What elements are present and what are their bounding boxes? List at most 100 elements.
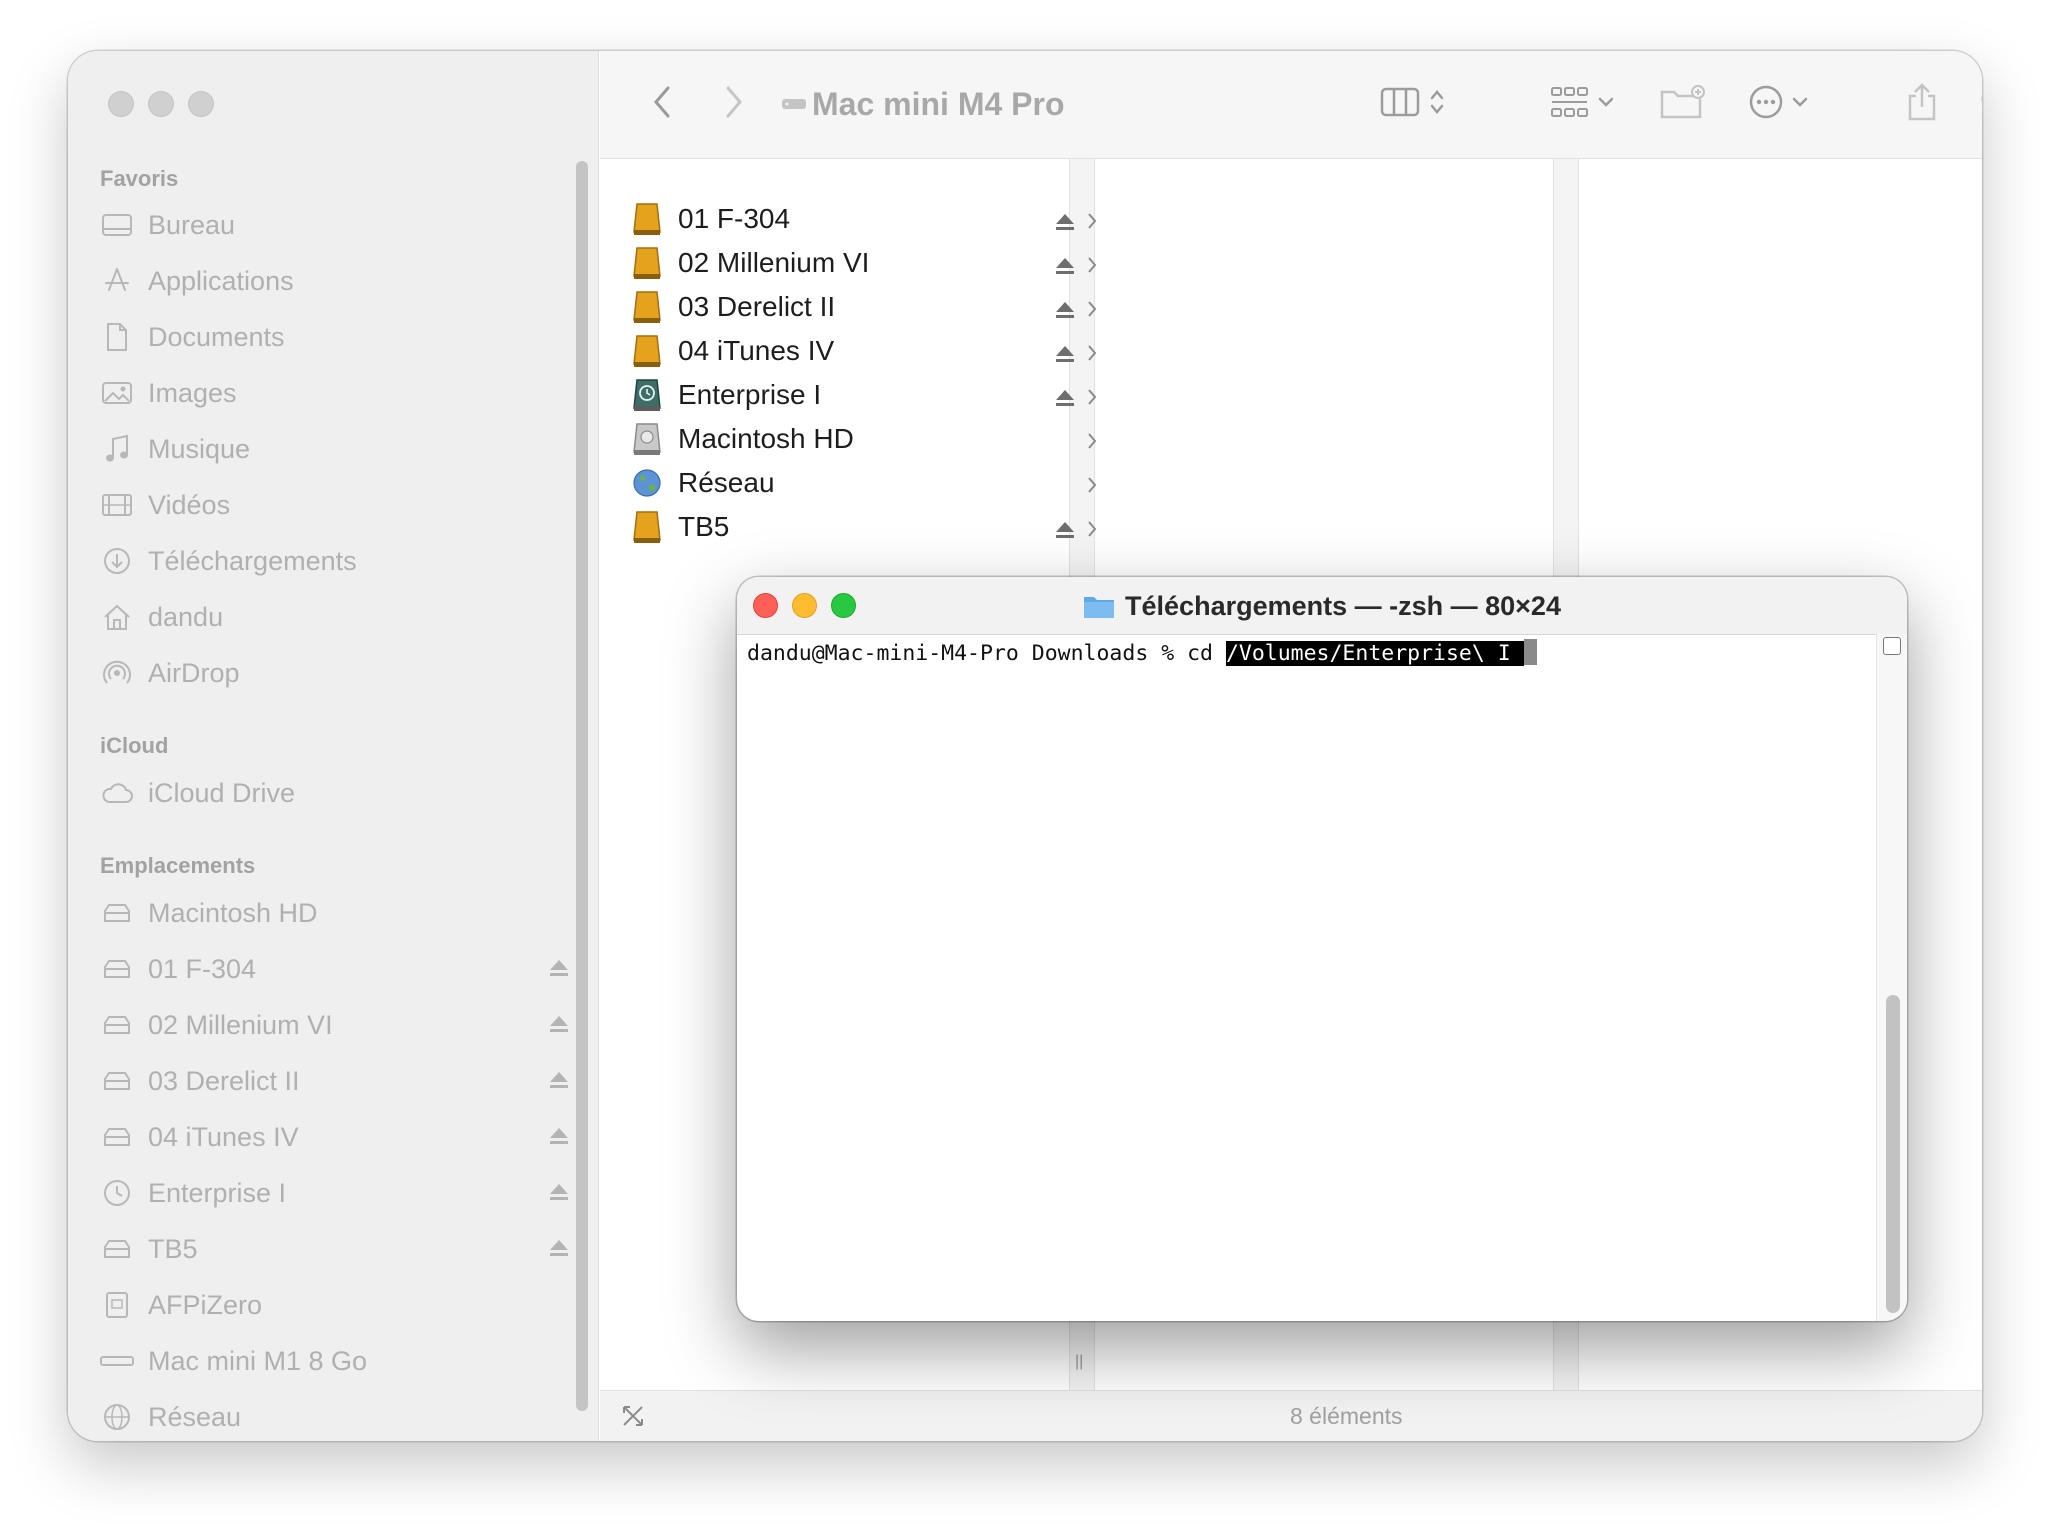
drive-icon — [100, 896, 134, 930]
sidebar-item-01-f-304[interactable]: 01 F-304 — [100, 945, 570, 993]
columns-view-icon — [1380, 86, 1420, 123]
finder-sidebar: Favoris Bureau Applications Documents Im… — [68, 51, 599, 1441]
sidebar-item-03-derelict-ii[interactable]: 03 Derelict II — [100, 1057, 570, 1105]
sidebar-item-applications[interactable]: Applications — [100, 257, 570, 305]
list-item[interactable]: Macintosh HD — [632, 417, 1097, 461]
folder-badge-icon — [1660, 84, 1706, 125]
external-drive-icon — [632, 290, 664, 324]
sidebar-item-enterprise-i[interactable]: Enterprise I — [100, 1169, 570, 1217]
folder-icon — [1083, 593, 1115, 626]
sidebar-item-musique[interactable]: Musique — [100, 425, 570, 473]
split-pane-icon[interactable] — [1883, 637, 1901, 655]
terminal-title: Téléchargements — -zsh — 80×24 — [737, 591, 1907, 626]
list-item[interactable]: TB5 — [632, 505, 1097, 549]
sidebar-item-02-millenium-vi[interactable]: 02 Millenium VI — [100, 1001, 570, 1049]
back-button[interactable] — [642, 79, 682, 129]
status-bar: 8 éléments — [600, 1390, 1982, 1441]
external-drive-icon — [632, 202, 664, 236]
sidebar-item-label: Réseau — [148, 1401, 242, 1432]
finder-toolbar: Mac mini M4 Pro — [600, 51, 1982, 159]
sidebar-item-label: Bureau — [148, 209, 236, 240]
list-item[interactable]: 03 Derelict II — [632, 285, 1097, 329]
chevron-right-icon — [1086, 250, 1098, 282]
column-resize-handle[interactable]: || — [1075, 1353, 1083, 1371]
sidebar-item-reseau[interactable]: Réseau — [100, 1393, 570, 1441]
airdrop-icon — [100, 656, 134, 690]
sidebar-item-images[interactable]: Images — [100, 369, 570, 417]
sidebar-item-label: Enterprise I — [148, 1177, 287, 1208]
sidebar-item-label: TB5 — [148, 1233, 198, 1264]
eject-icon[interactable] — [548, 1010, 570, 1041]
eject-icon[interactable] — [548, 1178, 570, 1209]
list-item[interactable]: Enterprise I — [632, 373, 1097, 417]
new-folder-button[interactable] — [1658, 79, 1708, 129]
sidebar-item-dandu[interactable]: dandu — [100, 593, 570, 641]
terminal-scrollbar-thumb[interactable] — [1886, 995, 1900, 1313]
eject-icon[interactable] — [1054, 339, 1076, 371]
chevron-right-icon — [1086, 206, 1098, 238]
eject-icon[interactable] — [548, 1122, 570, 1153]
sidebar-item-telechargements[interactable]: Téléchargements — [100, 537, 570, 585]
share-button[interactable] — [1902, 79, 1942, 129]
action-menu-button[interactable] — [1740, 79, 1816, 129]
sidebar-item-videos[interactable]: Vidéos — [100, 481, 570, 529]
document-icon — [100, 320, 134, 354]
terminal-window: Téléchargements — -zsh — 80×24 dandu@Mac… — [737, 577, 1907, 1321]
eject-icon[interactable] — [1054, 515, 1076, 547]
sidebar-item-documents[interactable]: Documents — [100, 313, 570, 361]
sidebar-item-label: Applications — [148, 265, 294, 296]
selected-path[interactable]: /Volumes/Enterprise\ I — [1225, 641, 1524, 666]
terminal-output[interactable]: dandu@Mac-mini-M4-Pro Downloads % cd /Vo… — [747, 639, 1875, 1321]
forward-button[interactable] — [714, 79, 754, 129]
resize-arrows-icon[interactable] — [620, 1403, 646, 1434]
sidebar-item-tb5[interactable]: TB5 — [100, 1225, 570, 1273]
sidebar-item-airdrop[interactable]: AirDrop — [100, 649, 570, 697]
sidebar-item-label: 02 Millenium VI — [148, 1009, 333, 1040]
list-item[interactable]: 04 iTunes IV — [632, 329, 1097, 373]
sidebar-item-macintosh-hd[interactable]: Macintosh HD — [100, 889, 570, 937]
eject-icon[interactable] — [1054, 207, 1076, 239]
eject-icon[interactable] — [1054, 383, 1076, 415]
view-mode-button[interactable] — [1372, 79, 1452, 129]
close-button[interactable] — [108, 91, 134, 117]
list-item[interactable]: 02 Millenium VI — [632, 241, 1097, 285]
external-drive-icon — [632, 510, 664, 544]
drive-icon — [100, 952, 134, 986]
chevron-updown-icon — [1430, 87, 1444, 122]
sidebar-section-icloud: iCloud — [100, 733, 169, 758]
internal-drive-icon — [632, 422, 664, 456]
sidebar-item-bureau[interactable]: Bureau — [100, 201, 570, 249]
chevron-right-icon — [1086, 382, 1098, 414]
list-item[interactable]: 01 F-304 — [632, 197, 1097, 241]
chevron-right-icon — [1086, 338, 1098, 370]
sidebar-item-label: 01 F-304 — [148, 953, 257, 984]
eject-icon[interactable] — [548, 1066, 570, 1097]
music-icon — [100, 432, 134, 466]
search-button[interactable] — [1976, 79, 1982, 129]
globe-icon — [632, 466, 664, 500]
sidebar-item-icloud-drive[interactable]: iCloud Drive — [100, 769, 570, 817]
sidebar-item-mac-mini-m1[interactable]: Mac mini M1 8 Go — [100, 1337, 570, 1385]
sidebar-item-afpizero[interactable]: AFPiZero — [100, 1281, 570, 1329]
chevron-down-icon — [1792, 95, 1808, 113]
minimize-button[interactable] — [148, 91, 174, 117]
shell-prompt: dandu@Mac-mini-M4-Pro Downloads % cd — [747, 641, 1226, 666]
sidebar-scrollbar[interactable] — [576, 161, 588, 1411]
zoom-button[interactable] — [188, 91, 214, 117]
time-machine-icon — [632, 378, 664, 412]
eject-icon[interactable] — [1054, 251, 1076, 283]
list-item[interactable]: Réseau — [632, 461, 1097, 505]
terminal-title-text: Téléchargements — -zsh — 80×24 — [1125, 591, 1561, 621]
server-icon — [100, 1288, 134, 1322]
group-button[interactable] — [1544, 79, 1620, 129]
sidebar-item-04-itunes-iv[interactable]: 04 iTunes IV — [100, 1113, 570, 1161]
eject-icon[interactable] — [548, 954, 570, 985]
sidebar-item-label: 04 iTunes IV — [148, 1121, 299, 1152]
sidebar-item-label: iCloud Drive — [148, 777, 296, 808]
desktop-icon — [100, 208, 134, 242]
chevron-down-icon — [1598, 95, 1614, 113]
eject-icon[interactable] — [1054, 295, 1076, 327]
eject-icon[interactable] — [548, 1234, 570, 1265]
sidebar-item-label: dandu — [148, 601, 224, 632]
terminal-titlebar[interactable]: Téléchargements — -zsh — 80×24 — [737, 577, 1907, 635]
